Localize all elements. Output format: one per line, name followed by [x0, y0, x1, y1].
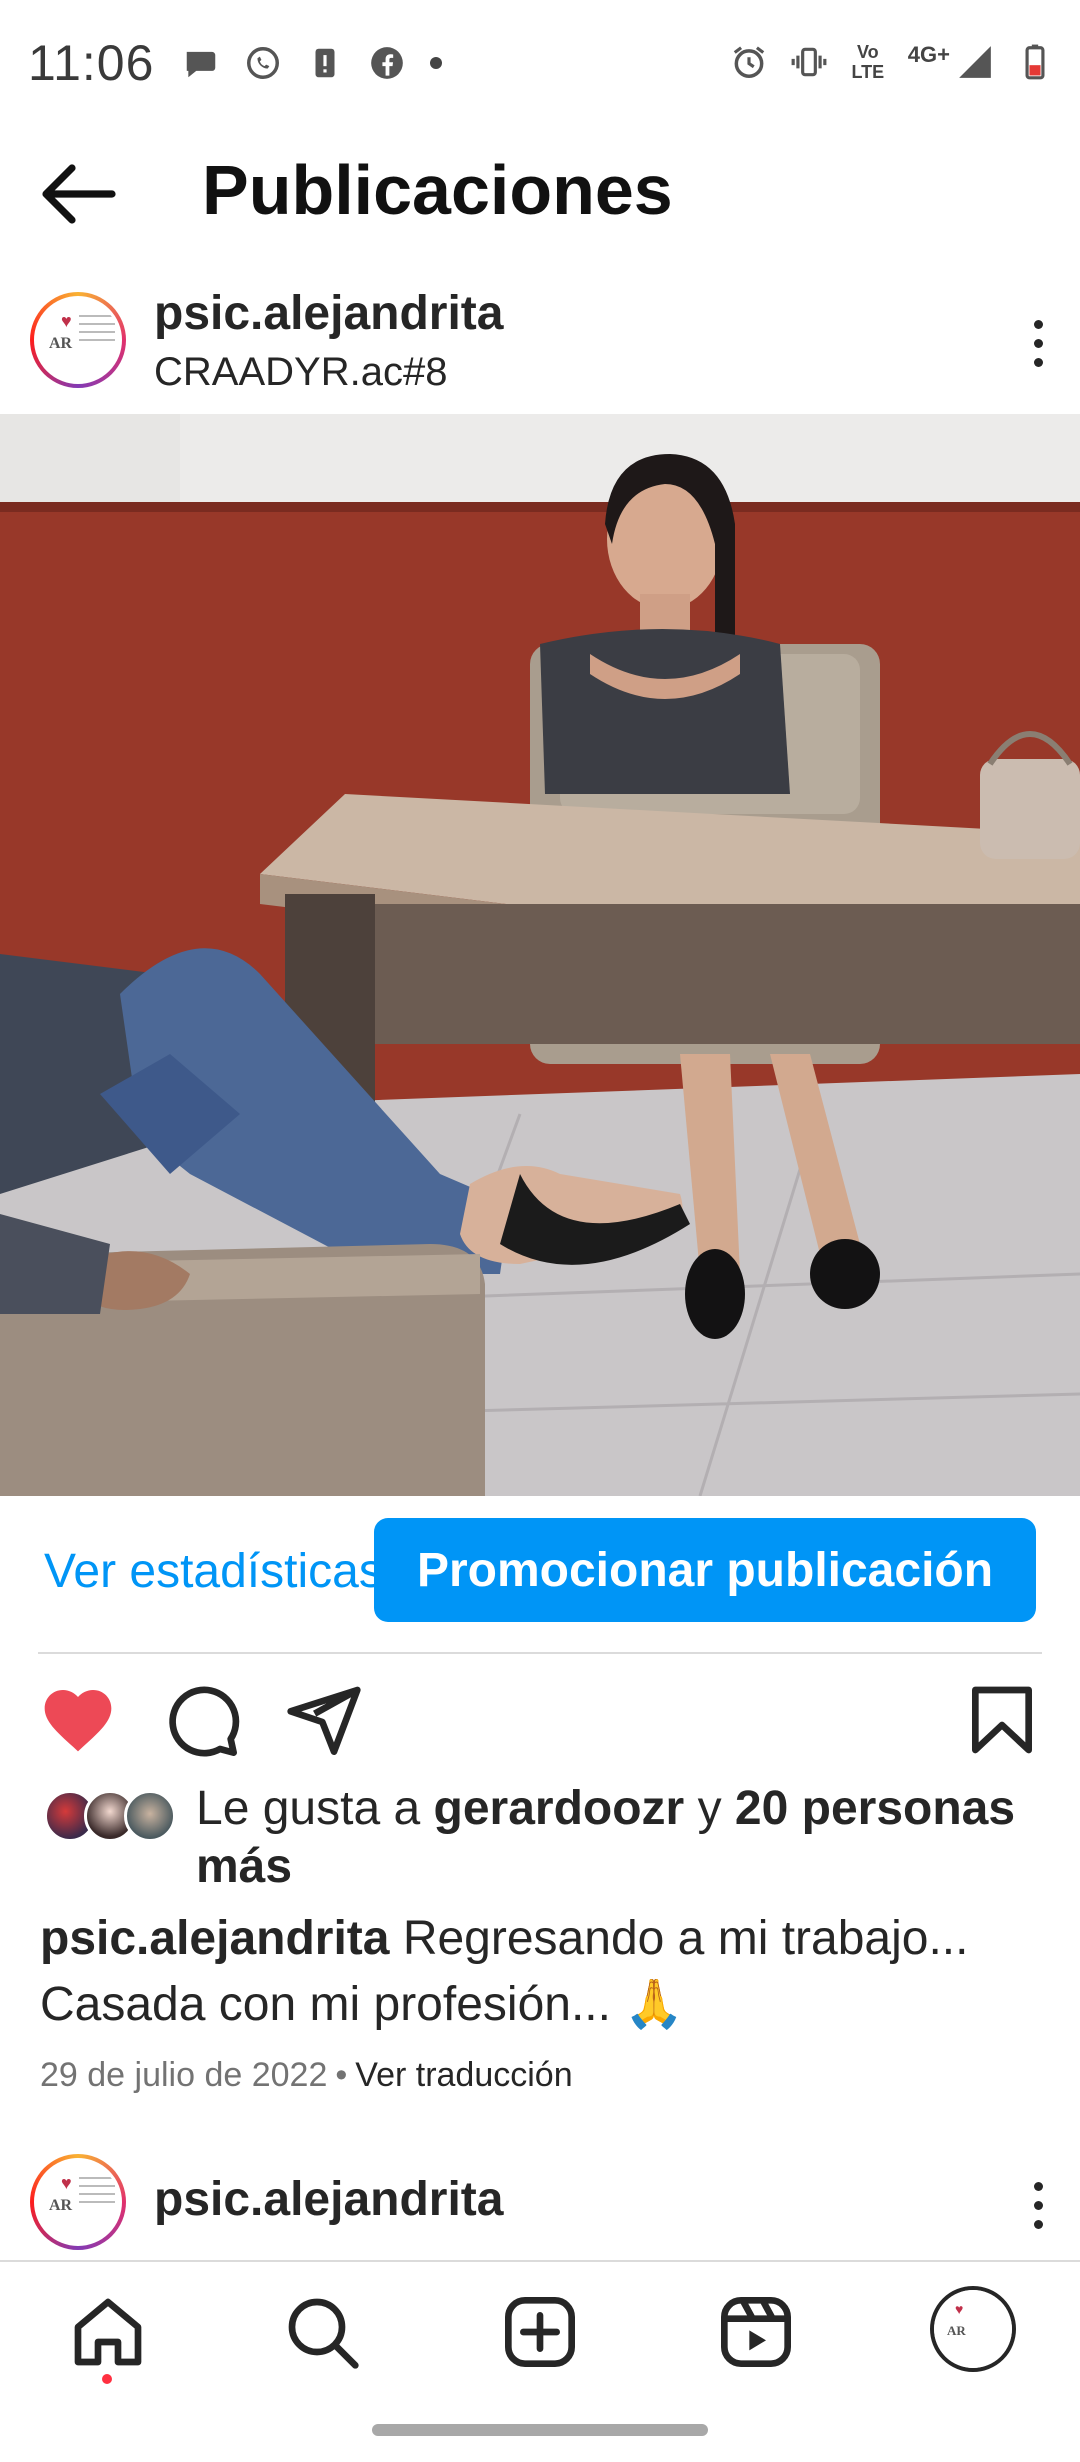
avatar[interactable]: ♥ AR	[30, 292, 126, 388]
more-options-icon[interactable]	[1026, 2182, 1050, 2242]
avatar-logo-text: AR	[947, 2323, 966, 2338]
post-caption: psic.alejandrita Regresando a mi trabajo…	[40, 1906, 1040, 2038]
post-location[interactable]: CRAADYR.ac#8	[154, 350, 447, 395]
praying-hands-emoji: 🙏	[624, 1978, 685, 2031]
heart-logo-icon: ♥	[61, 311, 72, 331]
whatsapp-icon	[247, 47, 279, 79]
search-icon[interactable]	[282, 2292, 362, 2372]
liker-avatars	[44, 1790, 184, 1846]
vibrate-icon	[791, 47, 827, 77]
home-icon[interactable]	[68, 2292, 148, 2372]
liker-username[interactable]: gerardoozr	[434, 1782, 685, 1835]
chat-bubble-icon	[186, 51, 216, 78]
status-time: 11:06	[28, 35, 155, 91]
next-post-username[interactable]: psic.alejandrita	[154, 2172, 503, 2227]
liker-avatar	[124, 1790, 176, 1842]
status-bar: 11:06 Vo LTE 4G+	[0, 0, 1080, 130]
save-bookmark-icon[interactable]	[962, 1680, 1042, 1760]
view-insights-link[interactable]: Ver estadísticas	[44, 1544, 383, 1599]
reels-icon[interactable]	[716, 2292, 796, 2372]
heart-logo-icon: ♥	[61, 2173, 72, 2193]
battery-icon	[1025, 44, 1045, 80]
caption-text-line2: Casada con mi profesión...	[40, 1978, 625, 2031]
avatar[interactable]: ♥ AR	[30, 2154, 126, 2250]
post-username[interactable]: psic.alejandrita	[154, 286, 503, 341]
caption-username[interactable]: psic.alejandrita	[40, 1912, 389, 1965]
post-header: ♥ AR psic.alejandrita CRAADYR.ac#8	[0, 280, 1080, 410]
page-title: Publicaciones	[202, 151, 673, 229]
app-header: Publicaciones	[0, 140, 1080, 250]
promote-post-button[interactable]: Promocionar publicación	[374, 1518, 1036, 1622]
avatar-logo-text: AR	[49, 335, 73, 352]
alarm-icon	[733, 46, 764, 78]
comment-icon[interactable]	[162, 1680, 242, 1760]
volte-icon: Vo LTE	[851, 42, 885, 82]
system-icons: Vo LTE 4G+	[730, 42, 1054, 82]
see-translation-link[interactable]: Ver traducción	[355, 2056, 572, 2094]
alert-icon	[315, 48, 335, 78]
post-photo-image	[0, 414, 1080, 1496]
post-actions	[0, 1680, 1080, 1770]
avatar-image: ♥ AR	[34, 2158, 122, 2246]
logo-lines	[79, 315, 115, 347]
post-meta: 29 de julio de 2022 • Ver traducción	[40, 2056, 573, 2095]
heart-logo-icon: ♥	[955, 2301, 964, 2317]
meta-separator: •	[335, 2056, 348, 2094]
facebook-icon	[371, 47, 403, 79]
home-indicator	[372, 2424, 708, 2436]
post-date: 29 de julio de 2022	[40, 2056, 328, 2094]
notification-icons	[182, 44, 442, 82]
signal-icon	[959, 46, 991, 78]
avatar-logo-text: AR	[49, 2197, 73, 2214]
logo-lines	[79, 2177, 115, 2209]
bottom-nav: ♥ AR	[0, 2260, 1080, 2462]
dot-icon	[430, 57, 442, 69]
home-notification-dot	[102, 2374, 112, 2384]
create-icon[interactable]	[500, 2292, 580, 2372]
avatar-image: ♥ AR	[934, 2290, 1012, 2368]
share-icon[interactable]	[284, 1680, 364, 1760]
caption-text-line1: Regresando a mi trabajo...	[389, 1912, 969, 1965]
avatar-image: ♥ AR	[34, 296, 122, 384]
likes-summary[interactable]: Le gusta a gerardoozr y 20 personas más	[0, 1780, 1080, 1900]
likes-prefix: Le gusta a	[196, 1782, 434, 1835]
likes-connector: y	[684, 1782, 735, 1835]
arrow-left-icon[interactable]	[40, 162, 116, 226]
promo-row: Ver estadísticas Promocionar publicación	[0, 1516, 1080, 1626]
divider	[38, 1652, 1042, 1654]
likes-text: Le gusta a gerardoozr y 20 personas más	[196, 1780, 1056, 1896]
more-options-icon[interactable]	[1026, 320, 1050, 380]
profile-avatar[interactable]: ♥ AR	[930, 2286, 1016, 2372]
post-photo[interactable]	[0, 414, 1080, 1496]
like-heart-icon[interactable]	[38, 1680, 118, 1760]
next-post-header: ♥ AR psic.alejandrita	[0, 2150, 1080, 2260]
network-type: 4G+	[907, 42, 950, 67]
